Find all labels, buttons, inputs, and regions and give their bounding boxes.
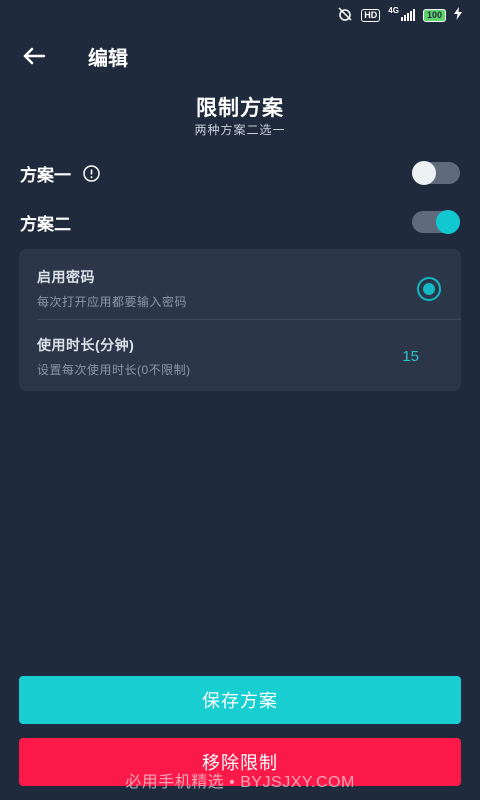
radio-selected-icon[interactable]	[417, 276, 441, 301]
watermark: 必用手机精选 • BYJSJXY.COM	[125, 774, 355, 791]
battery-icon: 100	[422, 8, 446, 22]
password-setting-description: 每次打开应用都要输入密码	[37, 295, 188, 309]
duration-value[interactable]: 15	[402, 348, 419, 365]
duration-setting[interactable]: 使用时长(分钟) 设置每次使用时长(0不限制) 15	[37, 335, 443, 378]
plan-subtitle: 两种方案二选一	[194, 123, 286, 137]
option-row-plan-one: 方案一	[20, 157, 460, 189]
divider	[37, 319, 461, 320]
signal-icon	[400, 9, 415, 21]
status-bar: HD 4G 100	[0, 0, 480, 30]
toggle-knob	[436, 210, 460, 234]
back-button[interactable]	[18, 40, 50, 72]
option-label-plan-one: 方案一	[20, 165, 71, 185]
page-title: 编辑	[88, 47, 128, 70]
plan-title: 限制方案	[196, 97, 284, 120]
duration-setting-title: 使用时长(分钟)	[37, 337, 135, 353]
duration-setting-description: 设置每次使用时长(0不限制)	[37, 363, 191, 377]
plan-two-toggle[interactable]	[412, 210, 460, 234]
info-icon[interactable]	[83, 164, 100, 182]
network-type: 4G	[388, 6, 399, 15]
plan-settings-card: 启用密码 每次打开应用都要输入密码 使用时长(分钟) 设置每次使用时长(0不限制…	[19, 249, 461, 391]
option-label-plan-two: 方案二	[20, 214, 71, 234]
save-plan-button[interactable]: 保存方案	[19, 676, 461, 724]
password-setting-title: 启用密码	[37, 269, 95, 285]
arrow-left-icon	[23, 47, 45, 65]
app-header: 编辑	[0, 36, 480, 76]
charging-icon	[454, 7, 462, 23]
toggle-knob	[412, 161, 436, 185]
hd-badge: HD	[361, 8, 381, 22]
option-row-plan-two: 方案二	[20, 206, 460, 238]
plan-one-toggle[interactable]	[412, 161, 460, 185]
alarm-off-icon	[337, 6, 353, 24]
password-setting[interactable]: 启用密码 每次打开应用都要输入密码	[37, 267, 443, 310]
